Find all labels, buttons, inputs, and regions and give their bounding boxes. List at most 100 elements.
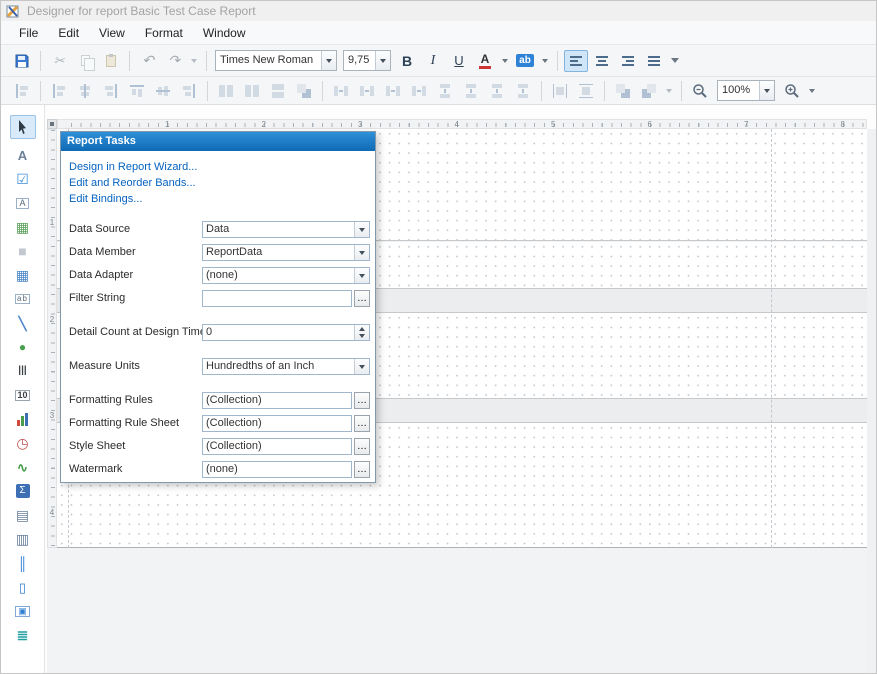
report-tasks-link[interactable]: Design in Report Wizard... <box>69 159 197 175</box>
chevron-down-icon[interactable] <box>375 51 390 70</box>
zoom-out-button[interactable] <box>688 80 712 102</box>
size-to-grid-button[interactable] <box>240 80 264 102</box>
detail-count-spinner[interactable]: 0 <box>202 324 370 341</box>
toolbox-item-chart[interactable] <box>10 407 36 431</box>
formatting-rules-ellipsis-button[interactable]: … <box>354 392 370 409</box>
toolbox-item-gauge[interactable]: ◷ <box>10 431 36 455</box>
align-center-button[interactable] <box>590 50 614 72</box>
bring-to-front-button[interactable] <box>611 80 635 102</box>
vertical-ruler[interactable]: 1234 <box>47 129 57 548</box>
increase-vertical-spacing-button[interactable] <box>459 80 483 102</box>
toolbox-item-page-break[interactable]: ▥ <box>10 527 36 551</box>
align-middles-button[interactable] <box>151 80 175 102</box>
toolbox-item-cross-band-line[interactable]: ║ <box>10 551 36 575</box>
data-source-combobox[interactable]: Data <box>202 221 370 238</box>
center-vertically-button[interactable] <box>574 80 598 102</box>
filter-string-input[interactable] <box>202 290 352 307</box>
zoom-in-button[interactable] <box>780 80 804 102</box>
align-lefts-button[interactable] <box>47 80 71 102</box>
formatting-rule-sheet-input[interactable]: (Collection) <box>202 415 352 432</box>
cut-button[interactable]: ✂ <box>47 50 71 72</box>
send-to-back-button[interactable] <box>637 80 661 102</box>
ruler-corner[interactable] <box>47 119 57 129</box>
chevron-down-icon[interactable] <box>354 222 369 237</box>
menu-item-file[interactable]: File <box>9 23 48 43</box>
toolbox-item-sparkline[interactable]: ∿ <box>10 455 36 479</box>
align-bottoms-button[interactable] <box>177 80 201 102</box>
data-adapter-combobox[interactable]: (none) <box>202 267 370 284</box>
toolbox-item-label[interactable]: A <box>10 143 36 167</box>
toolbox-item-panel[interactable]: ■ <box>10 239 36 263</box>
align-rights-button[interactable] <box>99 80 123 102</box>
spin-up-icon[interactable] <box>355 325 369 333</box>
highlight-color-button[interactable]: ab <box>513 50 537 72</box>
align-centers-button[interactable] <box>73 80 97 102</box>
z-order-dropdown-icon[interactable] <box>666 89 672 93</box>
horizontal-spacing-make-equal-button[interactable] <box>329 80 353 102</box>
report-tasks-link[interactable]: Edit Bindings... <box>69 191 197 207</box>
align-tops-button[interactable] <box>125 80 149 102</box>
toolbox-item-check-box[interactable]: ☑ <box>10 167 36 191</box>
toolbox-item-zip-code[interactable]: 10 <box>10 383 36 407</box>
chevron-down-icon[interactable] <box>354 245 369 260</box>
toolbox-item-pointer[interactable] <box>10 115 36 139</box>
copy-button[interactable] <box>73 50 97 72</box>
font-size-combobox[interactable]: 9,75 <box>343 50 391 71</box>
style-sheet-input[interactable]: (Collection) <box>202 438 352 455</box>
data-member-combobox[interactable]: ReportData <box>202 244 370 261</box>
toolbox-item-page-info[interactable]: ▤ <box>10 503 36 527</box>
style-sheet-ellipsis-button[interactable]: … <box>354 438 370 455</box>
redo-button[interactable]: ↷ <box>162 50 186 72</box>
center-horizontally-button[interactable] <box>548 80 572 102</box>
formatting-rules-input[interactable]: (Collection) <box>202 392 352 409</box>
justify-button[interactable] <box>642 50 666 72</box>
toolbox-item-table[interactable]: ▦ <box>10 263 36 287</box>
filter-string-ellipsis-button[interactable]: … <box>354 290 370 307</box>
menu-item-view[interactable]: View <box>89 23 135 43</box>
font-color-dropdown-icon[interactable] <box>502 59 508 63</box>
align-to-grid-button[interactable] <box>10 80 34 102</box>
zoom-dropdown-icon[interactable] <box>809 89 815 93</box>
toolbox-item-cross-band-box[interactable]: ▯ <box>10 575 36 599</box>
horizontal-ruler[interactable]: 12345678 <box>57 119 867 129</box>
menu-item-window[interactable]: Window <box>193 23 256 43</box>
measure-units-combobox[interactable]: Hundredths of an Inch <box>202 358 370 375</box>
zoom-combobox[interactable]: 100% <box>717 80 775 101</box>
watermark-input[interactable]: (none) <box>202 461 352 478</box>
decrease-horizontal-spacing-button[interactable] <box>381 80 405 102</box>
underline-button[interactable]: U <box>447 50 471 72</box>
remove-vertical-spacing-button[interactable] <box>511 80 535 102</box>
toolbox-item-table-of-contents[interactable]: ≣ <box>10 623 36 647</box>
font-name-combobox[interactable]: Times New Roman <box>215 50 337 71</box>
toolbox-item-rich-text[interactable]: A <box>10 191 36 215</box>
increase-horizontal-spacing-button[interactable] <box>355 80 379 102</box>
toolbox-item-pivot-grid[interactable]: Σ <box>10 479 36 503</box>
chevron-down-icon[interactable] <box>759 81 774 100</box>
chevron-down-icon[interactable] <box>354 359 369 374</box>
decrease-vertical-spacing-button[interactable] <box>485 80 509 102</box>
toolbox-item-picture-box[interactable]: ▦ <box>10 215 36 239</box>
remove-horizontal-spacing-button[interactable] <box>407 80 431 102</box>
menu-item-edit[interactable]: Edit <box>48 23 89 43</box>
report-tasks-link[interactable]: Edit and Reorder Bands... <box>69 175 197 191</box>
undo-redo-dropdown-icon[interactable] <box>191 59 197 63</box>
toolbox-item-line[interactable]: ╲ <box>10 311 36 335</box>
undo-button[interactable]: ↶ <box>136 50 160 72</box>
toolbox-item-shape[interactable]: ● <box>10 335 36 359</box>
vertical-spacing-make-equal-button[interactable] <box>433 80 457 102</box>
toolbox-item-bar-code[interactable]: ||| <box>10 359 36 383</box>
spin-down-icon[interactable] <box>355 333 369 341</box>
watermark-ellipsis-button[interactable]: … <box>354 461 370 478</box>
chevron-down-icon[interactable] <box>354 268 369 283</box>
align-right-button[interactable] <box>616 50 640 72</box>
toolbox-item-subreport[interactable]: ▣ <box>10 599 36 623</box>
toolbox-item-character-comb[interactable]: ab <box>10 287 36 311</box>
paste-button[interactable] <box>99 50 123 72</box>
italic-button[interactable]: I <box>421 50 445 72</box>
make-same-size-button[interactable] <box>292 80 316 102</box>
chevron-down-icon[interactable] <box>321 51 336 70</box>
formatting-rule-sheet-ellipsis-button[interactable]: … <box>354 415 370 432</box>
bold-button[interactable]: B <box>395 50 419 72</box>
toolbar-overflow-icon[interactable] <box>671 58 679 63</box>
make-same-width-button[interactable] <box>214 80 238 102</box>
